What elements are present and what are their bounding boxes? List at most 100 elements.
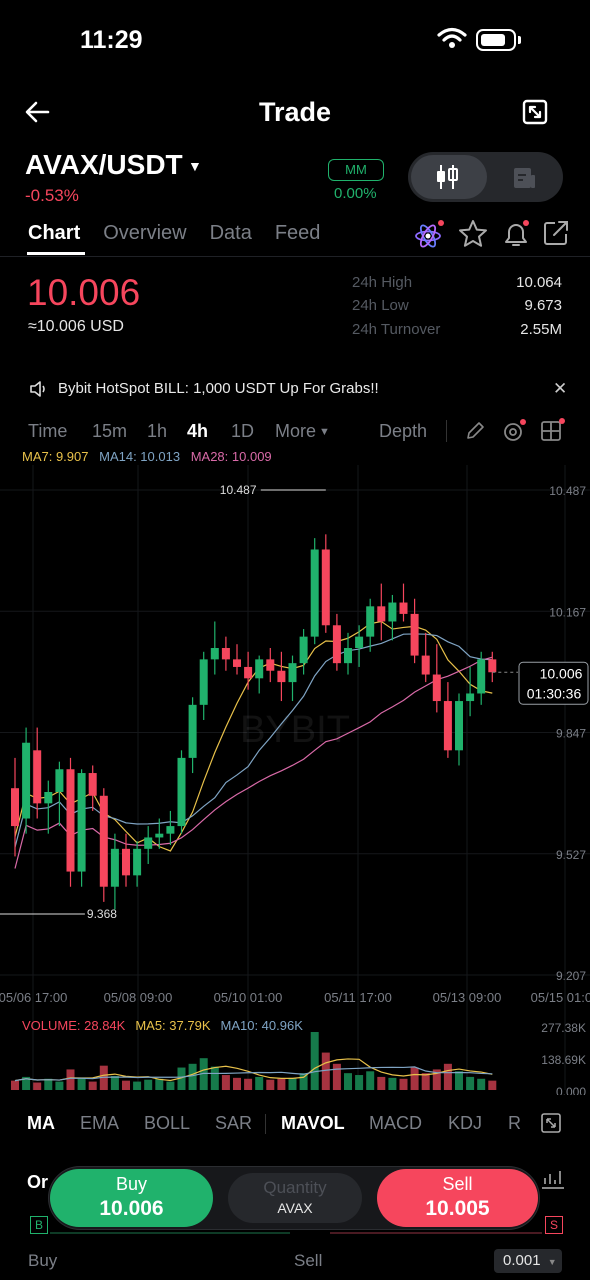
volume-bar (133, 1081, 142, 1090)
order-book-icon[interactable] (512, 166, 536, 190)
chart-stats-icon[interactable] (540, 1168, 566, 1192)
volume-bar (255, 1076, 264, 1090)
mm-value: 0.00% (334, 185, 377, 202)
volume-bar (144, 1079, 153, 1090)
pair-dropdown-icon[interactable]: ▼ (188, 158, 202, 174)
candle-body (155, 833, 164, 838)
tf-1d[interactable]: 1D (231, 421, 254, 442)
fullscreen-icon[interactable] (519, 96, 551, 128)
close-announcement-icon[interactable]: ✕ (553, 379, 567, 399)
volume-bar (477, 1078, 486, 1090)
current-price-label: 10.006 (540, 665, 583, 681)
volume-bar (88, 1081, 97, 1090)
ind-sar[interactable]: SAR (215, 1113, 252, 1134)
candle-body (77, 773, 86, 872)
wifi-icon (437, 27, 467, 48)
candle-body (22, 742, 31, 819)
volume-bar (55, 1081, 64, 1090)
order-tab-partial[interactable]: Or (27, 1172, 48, 1193)
tf-4h[interactable]: 4h (187, 421, 208, 442)
ind-mavol[interactable]: MAVOL (281, 1113, 345, 1134)
tab-data[interactable]: Data (210, 222, 252, 245)
ind-divider (265, 1114, 266, 1134)
price-step-value: 0.001 (503, 1252, 541, 1269)
volume-bar (321, 1052, 330, 1090)
candle-body (144, 837, 153, 849)
ai-atom-icon[interactable] (412, 218, 446, 252)
ind-ema[interactable]: EMA (80, 1113, 119, 1134)
tf-1h[interactable]: 1h (147, 421, 167, 442)
volume-bar (244, 1078, 253, 1090)
price-change: -0.53% (25, 186, 79, 205)
pair-symbol[interactable]: AVAX/USDT (25, 149, 183, 181)
price-chart[interactable]: 10.487 10.167 9.847 9.527 9.207 05/06 17:00 05… (0, 465, 590, 1095)
ind-boll[interactable]: BOLL (144, 1113, 190, 1134)
y-tick-label: 10.487 (549, 484, 586, 498)
tf-time[interactable]: Time (28, 421, 67, 442)
volume-bar (366, 1071, 375, 1090)
star-icon[interactable] (457, 218, 489, 250)
share-icon[interactable] (541, 218, 571, 248)
countdown-label: 01:30:36 (527, 685, 582, 701)
volume-bar (277, 1078, 286, 1090)
volume-legend-0: VOLUME: 28.84K (22, 1018, 126, 1033)
ind-more[interactable]: R (508, 1113, 521, 1134)
volume-bar (421, 1073, 430, 1090)
y-tick-label: 9.847 (556, 727, 586, 741)
y-tick-label: 9.207 (556, 969, 586, 983)
candle-body (477, 659, 486, 694)
stat-value-low: 9.673 (524, 297, 562, 314)
candle-body (443, 701, 452, 751)
buy-label: Buy (115, 1174, 148, 1194)
candle-body (66, 769, 75, 872)
expand-indicators-icon[interactable] (540, 1112, 562, 1134)
y-tick-label: 9.527 (556, 848, 586, 862)
buy-price: 10.006 (99, 1197, 164, 1220)
last-price: 10.006 (27, 272, 141, 313)
volume-bar (344, 1073, 352, 1090)
quantity-unit: AVAX (277, 1200, 313, 1216)
orderbook-buy-header: Buy (28, 1251, 58, 1270)
volume-bar (388, 1077, 397, 1090)
tab-chart[interactable]: Chart (28, 222, 80, 245)
ind-ma[interactable]: MA (27, 1113, 55, 1134)
y-tick-label: 10.167 (549, 605, 586, 619)
volume-bar (399, 1078, 408, 1090)
sell-button[interactable]: Sell 10.005 (377, 1169, 538, 1227)
ma14-label: MA14: 10.013 (99, 449, 181, 464)
tf-15m[interactable]: 15m (92, 421, 127, 442)
announcement-text[interactable]: Bybit HotSpot BILL: 1,000 USDT Up For Gr… (58, 380, 379, 397)
candle-body (321, 549, 330, 626)
volume-bar (188, 1063, 197, 1090)
volume-bar (310, 1032, 319, 1090)
tf-depth[interactable]: Depth (379, 421, 427, 442)
ind-kdj[interactable]: KDJ (448, 1113, 482, 1134)
ind-macd[interactable]: MACD (369, 1113, 422, 1134)
watermark: BYBIT (240, 709, 350, 751)
sell-ratio-bar (330, 1232, 542, 1234)
candle-body (255, 659, 264, 679)
price-step-select[interactable]: 0.001 ▼ (494, 1249, 562, 1273)
sell-price: 10.005 (425, 1197, 490, 1220)
mm-badge[interactable]: MM (328, 159, 384, 181)
tf-more[interactable]: More (275, 421, 316, 442)
candle-body (188, 704, 197, 758)
volume-bar (44, 1078, 53, 1090)
sell-label: Sell (442, 1174, 473, 1194)
volume-tick-label: 138.69K (541, 1053, 586, 1067)
bell-icon[interactable] (500, 218, 532, 250)
tab-feed[interactable]: Feed (275, 222, 321, 245)
ma28-label: MA28: 10.009 (190, 449, 272, 464)
buy-button[interactable]: Buy 10.006 (50, 1169, 213, 1227)
more-caret-icon[interactable]: ▼ (319, 426, 330, 438)
candle-body (432, 674, 441, 702)
status-time: 11:29 (80, 26, 143, 54)
pencil-icon[interactable] (464, 420, 486, 442)
indicator-settings-icon[interactable] (501, 418, 527, 444)
candlestick-icon[interactable] (434, 163, 460, 191)
candle-body (210, 648, 219, 660)
active-tab-indicator (27, 252, 85, 255)
tab-overview[interactable]: Overview (103, 222, 186, 245)
quantity-input[interactable]: Quantity AVAX (228, 1173, 362, 1223)
grid-layout-icon[interactable] (540, 418, 566, 444)
